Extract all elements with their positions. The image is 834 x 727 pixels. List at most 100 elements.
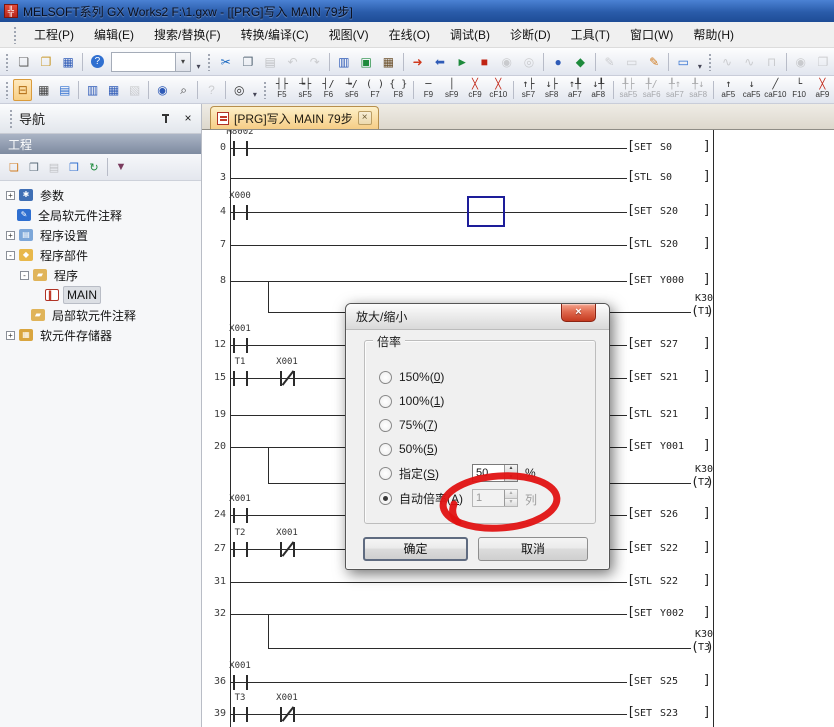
new-project-icon[interactable]: ❏ [14,51,34,73]
radio-button[interactable] [379,395,392,408]
tree-item-program-setting[interactable]: +▤程序设置 [0,225,201,245]
collapse-icon[interactable]: - [20,271,29,280]
read-from-plc-icon[interactable]: ⬅ [430,51,450,73]
ladder-symbol-cF9[interactable]: ╳cF9 [463,77,486,103]
expand-icon[interactable]: + [6,331,15,340]
tree-item-device-memory[interactable]: +▦软元件存储器 [0,325,201,345]
device-search-icon[interactable]: ⌕ [174,79,193,101]
toolbar-grip[interactable] [207,53,212,71]
copy-icon[interactable]: ❐ [238,51,258,73]
device-comment-edit-icon[interactable]: ▥ [83,79,102,101]
ladder-symbol-F9[interactable]: ─F9 [417,77,440,103]
tab-main-program[interactable]: [PRG]写入 MAIN 79步 × [210,106,379,129]
radio-option-自动倍率-A[interactable]: 自动倍率(A) [379,490,463,506]
ladder-symbol-F8[interactable]: { }F8 [387,77,410,103]
menu-item-3[interactable]: 转换/编译(C) [231,24,319,46]
nav-grip[interactable] [9,109,14,129]
device-comment-icon[interactable]: ▥ [334,51,354,73]
tab-close-icon[interactable]: × [358,111,372,125]
note-display-icon[interactable]: ✎ [644,51,664,73]
ladder-symbol-F5[interactable]: ┤├F5 [270,77,293,103]
device-test-icon[interactable]: ▦ [378,51,398,73]
radio-option-指定-S[interactable]: 指定(S) [379,465,439,481]
toolbar-overflow-icon[interactable]: ▾ [694,51,705,73]
combo-dropdown-icon[interactable]: ▾ [175,53,190,71]
ladder-symbol-sF9[interactable]: │sF9 [440,77,463,103]
tree-item-main-program[interactable]: ▍MAIN [0,285,201,305]
ladder-symbol-sF7[interactable]: ↑├sF7 [517,77,540,103]
list-view-icon[interactable]: ▤ [55,79,74,101]
ok-button[interactable]: 确定 [363,537,468,561]
copy-item-icon[interactable]: ❐ [24,157,44,177]
edit-cursor-box[interactable] [467,196,505,227]
monitor-stop-icon[interactable]: ■ [474,51,494,73]
ladder-symbol-aF9[interactable]: ╳aF9 [811,77,834,103]
toolbar-overflow-icon[interactable]: ▾ [193,51,204,73]
radio-button[interactable] [379,419,392,432]
menu-item-6[interactable]: 调试(B) [440,24,500,46]
spinner-percent[interactable]: 50▲▼ [472,464,518,482]
ladder-edit-icon[interactable]: ▣ [356,51,376,73]
radio-button[interactable] [379,443,392,456]
tree-item-parameter[interactable]: +✱参数 [0,185,201,205]
ladder-symbol-aF8[interactable]: ↓╀aF8 [587,77,610,103]
expand-icon[interactable]: + [6,231,15,240]
new-item-icon[interactable]: ❏ [4,157,24,177]
close-icon[interactable]: × [181,112,195,126]
combo-field[interactable] [112,53,176,71]
copy-with-info-icon[interactable]: ❐ [64,157,84,177]
radio-option-100%-1[interactable]: 100%(1) [379,393,444,409]
radio-option-75%-7[interactable]: 75%(7) [379,417,438,433]
menu-item-7[interactable]: 诊断(D) [500,24,561,46]
toolbar-overflow-icon[interactable]: ▾ [250,79,260,101]
toolbar-grip[interactable] [5,81,9,99]
ladder-symbol-sF8[interactable]: ↓├sF8 [540,77,563,103]
radio-button[interactable] [379,492,392,505]
spinner-up-icon[interactable]: ▲ [505,465,517,474]
radio-button[interactable] [379,371,392,384]
ladder-symbol-F10[interactable]: └F10 [787,77,810,103]
menu-item-0[interactable]: 工程(P) [24,24,84,46]
spinner-down-icon[interactable]: ▼ [505,474,517,482]
device-display-icon[interactable]: ◉ [153,79,172,101]
navigation-window-icon[interactable]: ⊟ [13,79,32,101]
ladder-symbol-sF6[interactable]: ┶/sF6 [340,77,363,103]
device-off-icon[interactable]: ◆ [570,51,590,73]
menu-item-2[interactable]: 搜索/替换(F) [144,24,231,46]
help-icon[interactable]: ? [87,51,107,73]
refresh-icon[interactable]: ↻ [84,157,104,177]
tree-item-global-comment[interactable]: ✎全局软元件注释 [0,205,201,225]
toolbar-grip[interactable] [708,53,713,71]
monitor-mode-icon[interactable]: ▭ [673,51,693,73]
dialog-close-button[interactable]: × [561,304,596,322]
cut-icon[interactable]: ✂ [216,51,236,73]
expand-icon[interactable]: + [6,191,15,200]
menu-item-4[interactable]: 视图(V) [319,24,379,46]
ladder-symbol-aF7[interactable]: ↑╀aF7 [563,77,586,103]
spinner-arrows[interactable]: ▲▼ [504,465,517,481]
menu-item-9[interactable]: 窗口(W) [620,24,683,46]
toolbar-grip[interactable] [263,81,267,99]
ladder-symbol-aF5[interactable]: ↑aF5 [717,77,740,103]
module-config-icon[interactable]: ▦ [34,79,53,101]
radio-option-50%-5[interactable]: 50%(5) [379,441,438,457]
ladder-symbol-F7[interactable]: ( )F7 [363,77,386,103]
collapse-icon[interactable]: - [6,251,15,260]
find-icon[interactable]: ◎ [230,79,249,101]
sort-filter-icon[interactable]: ▼ [111,157,131,177]
tree-item-local-comment[interactable]: ▰局部软元件注释 [0,305,201,325]
menu-grip[interactable] [13,26,18,44]
save-project-icon[interactable]: ▦ [58,51,78,73]
tree-item-program-folder[interactable]: -▰程序 [0,265,201,285]
ladder-symbol-caF10[interactable]: ╱caF10 [763,77,787,103]
radio-option-150%-0[interactable]: 150%(0) [379,369,444,385]
zoom-combobox[interactable]: ▾ [111,52,192,72]
spinner-value[interactable]: 50 [473,465,504,481]
radio-button[interactable] [379,467,392,480]
menu-item-10[interactable]: 帮助(H) [683,24,744,46]
menu-item-5[interactable]: 在线(O) [379,24,440,46]
menu-item-8[interactable]: 工具(T) [561,24,620,46]
ladder-symbol-F6[interactable]: ┤/F6 [317,77,340,103]
pin-icon[interactable] [159,112,173,126]
ladder-symbol-cF10[interactable]: ╳cF10 [487,77,510,103]
